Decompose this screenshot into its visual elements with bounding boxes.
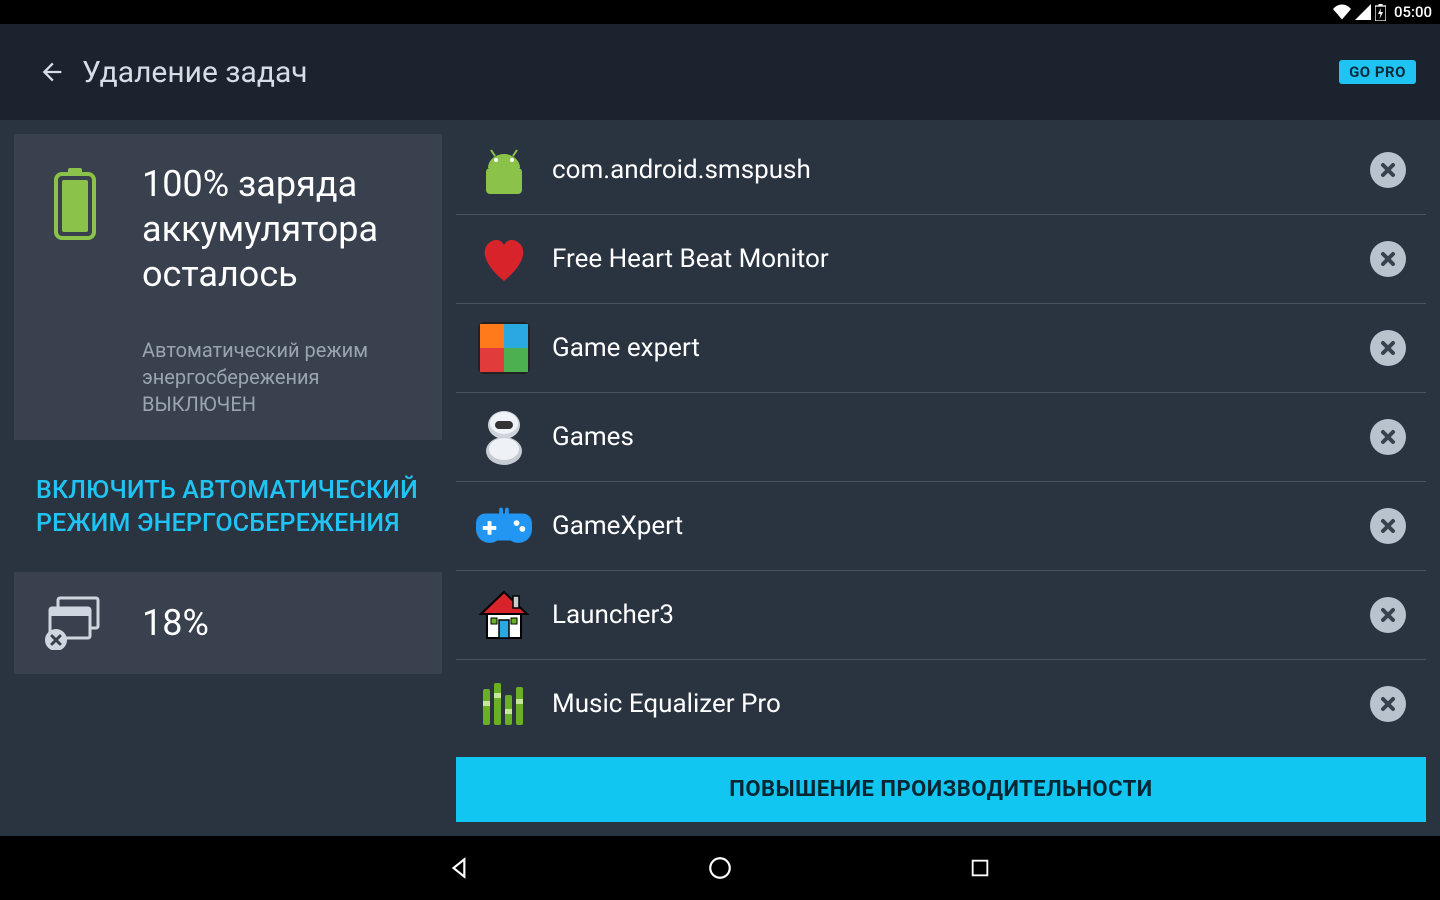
app-bar: Удаление задач GO PRO (0, 24, 1440, 120)
heart-icon (476, 231, 532, 287)
battery-card[interactable]: 100% заряда аккумулятора осталось Автома… (14, 134, 442, 440)
status-time: 05:00 (1394, 3, 1432, 21)
task-name: Launcher3 (552, 600, 1350, 630)
sidebar: 100% заряда аккумулятора осталось Автома… (14, 134, 442, 822)
close-task-button[interactable] (1370, 686, 1406, 722)
task-row[interactable]: Game expert (456, 304, 1426, 393)
task-row[interactable]: com.android.smspush (456, 134, 1426, 215)
task-row[interactable]: Games (456, 393, 1426, 482)
close-task-button[interactable] (1370, 419, 1406, 455)
status-bar: 05:00 (0, 0, 1440, 24)
enable-auto-saving-button[interactable]: ВКЛЮЧИТЬ АВТОМАТИЧЕСКИЙ РЕЖИМ ЭНЕРГОСБЕР… (14, 454, 442, 558)
battery-charging-icon (1375, 4, 1386, 21)
equalizer-icon (476, 676, 532, 732)
task-name: GameXpert (552, 511, 1350, 541)
robot-icon (476, 409, 532, 465)
task-row[interactable]: Music Equalizer Pro (456, 660, 1426, 747)
task-row[interactable]: Launcher3 (456, 571, 1426, 660)
go-pro-button[interactable]: GO PRO (1339, 60, 1416, 84)
system-nav-bar (0, 836, 1440, 900)
task-panel: com.android.smspush Free Heart Beat Moni… (456, 134, 1426, 822)
close-task-button[interactable] (1370, 330, 1406, 366)
cell-signal-icon (1355, 4, 1371, 20)
wifi-icon (1333, 4, 1351, 20)
quad-color-icon (476, 320, 532, 376)
nav-recents-button[interactable] (960, 848, 1000, 888)
close-task-button[interactable] (1370, 597, 1406, 633)
task-row[interactable]: GameXpert (456, 482, 1426, 571)
back-button[interactable] (32, 52, 72, 92)
android-icon (476, 142, 532, 198)
nav-home-button[interactable] (700, 848, 740, 888)
task-list: com.android.smspush Free Heart Beat Moni… (456, 134, 1426, 747)
task-row[interactable]: Free Heart Beat Monitor (456, 215, 1426, 304)
storage-percent: 18% (142, 602, 209, 644)
task-name: Games (552, 422, 1350, 452)
content-area: 100% заряда аккумулятора осталось Автома… (0, 120, 1440, 836)
close-task-button[interactable] (1370, 152, 1406, 188)
task-name: Free Heart Beat Monitor (552, 244, 1350, 274)
task-name: Game expert (552, 333, 1350, 363)
battery-icon (36, 162, 114, 418)
close-task-button[interactable] (1370, 508, 1406, 544)
gamepad-icon (476, 498, 532, 554)
device-frame: 05:00 Удаление задач GO PRO (0, 0, 1440, 900)
battery-auto-status: Автоматический режим энергосбережения ВЫ… (142, 337, 420, 418)
house-icon (476, 587, 532, 643)
storage-card[interactable]: 18% (14, 572, 442, 674)
nav-back-button[interactable] (440, 848, 480, 888)
storage-icon (36, 596, 114, 650)
task-name: Music Equalizer Pro (552, 689, 1350, 719)
boost-button[interactable]: ПОВЫШЕНИЕ ПРОИЗВОДИТЕЛЬНОСТИ (456, 757, 1426, 822)
close-task-button[interactable] (1370, 241, 1406, 277)
task-name: com.android.smspush (552, 155, 1350, 185)
battery-percent: 100% заряда аккумулятора осталось (142, 162, 420, 297)
page-title: Удаление задач (82, 55, 1339, 90)
